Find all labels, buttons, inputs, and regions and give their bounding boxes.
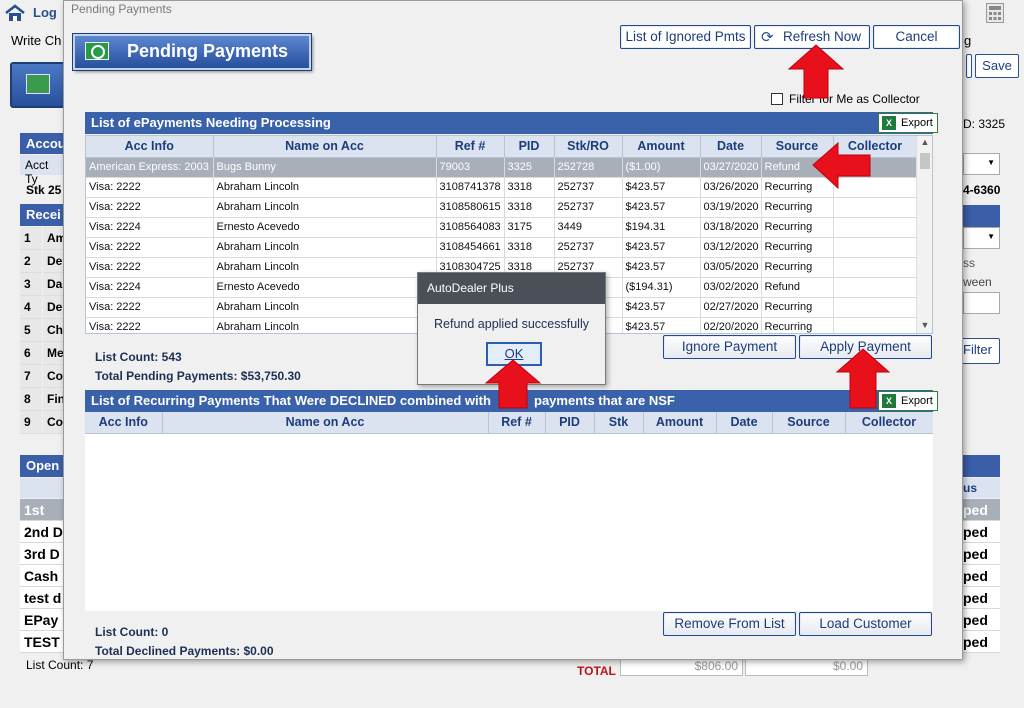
arrow-left-refund-row	[812, 141, 871, 190]
arrow-up-ok	[484, 359, 542, 409]
arrow-up-apply	[835, 348, 891, 409]
arrow-up-refresh	[787, 44, 845, 99]
annotation-arrows	[484, 44, 891, 409]
